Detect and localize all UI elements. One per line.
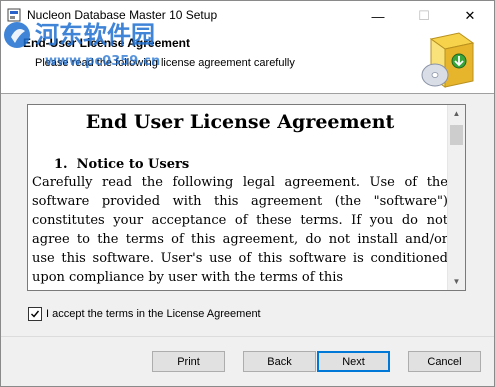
next-button[interactable]: Next <box>317 351 390 372</box>
scroll-up-arrow-icon[interactable]: ▲ <box>448 105 465 122</box>
license-line: constitutes your acceptance of these ter… <box>32 213 448 228</box>
close-button[interactable]: ✕ <box>447 1 493 31</box>
scroll-thumb[interactable] <box>450 125 463 145</box>
watermark-line1: 河东软件园 <box>35 21 155 49</box>
license-line: upon compliance by user with the terms o… <box>32 270 344 285</box>
accept-terms-label[interactable]: I accept the terms in the License Agreem… <box>46 308 261 320</box>
license-heading: End User License Agreement <box>85 111 395 133</box>
print-button[interactable]: Print <box>152 351 225 372</box>
back-button[interactable]: Back <box>243 351 316 372</box>
license-scrollbar[interactable]: ▲ ▼ <box>447 105 465 290</box>
license-line: agree to the terms of this agreement, do… <box>32 232 448 247</box>
setup-window: Nucleon Database Master 10 Setup — ☐ ✕ E… <box>0 0 495 387</box>
section-number: 1. <box>54 157 68 172</box>
cancel-button[interactable]: Cancel <box>408 351 481 372</box>
watermark-line2: www.pc0359.cn <box>45 54 160 69</box>
license-text-box[interactable]: End User License Agreement 1. Notice to … <box>27 104 466 291</box>
watermark-logo: 河东软件园 www.pc0359.cn <box>4 21 160 69</box>
maximize-button[interactable]: ☐ <box>401 1 447 31</box>
scroll-down-arrow-icon[interactable]: ▼ <box>448 273 465 290</box>
license-line: software provided with this agreement (t… <box>32 194 448 209</box>
accept-terms-row[interactable]: I accept the terms in the License Agreem… <box>28 307 261 321</box>
license-line: use this software. User's use of this so… <box>32 251 448 266</box>
license-section-title: 1. Notice to Users <box>54 157 448 172</box>
section-title: Notice to Users <box>76 157 190 172</box>
license-line: Carefully read the following legal agree… <box>32 175 448 190</box>
accept-terms-checkbox[interactable] <box>28 307 42 321</box>
minimize-button[interactable]: — <box>355 1 401 31</box>
license-content: End User License Agreement 1. Notice to … <box>32 111 448 287</box>
license-paragraph: Carefully read the following legal agree… <box>32 173 448 287</box>
footer-divider <box>1 336 494 337</box>
setup-box-logo-icon <box>421 32 475 88</box>
checkmark-icon <box>31 310 40 318</box>
